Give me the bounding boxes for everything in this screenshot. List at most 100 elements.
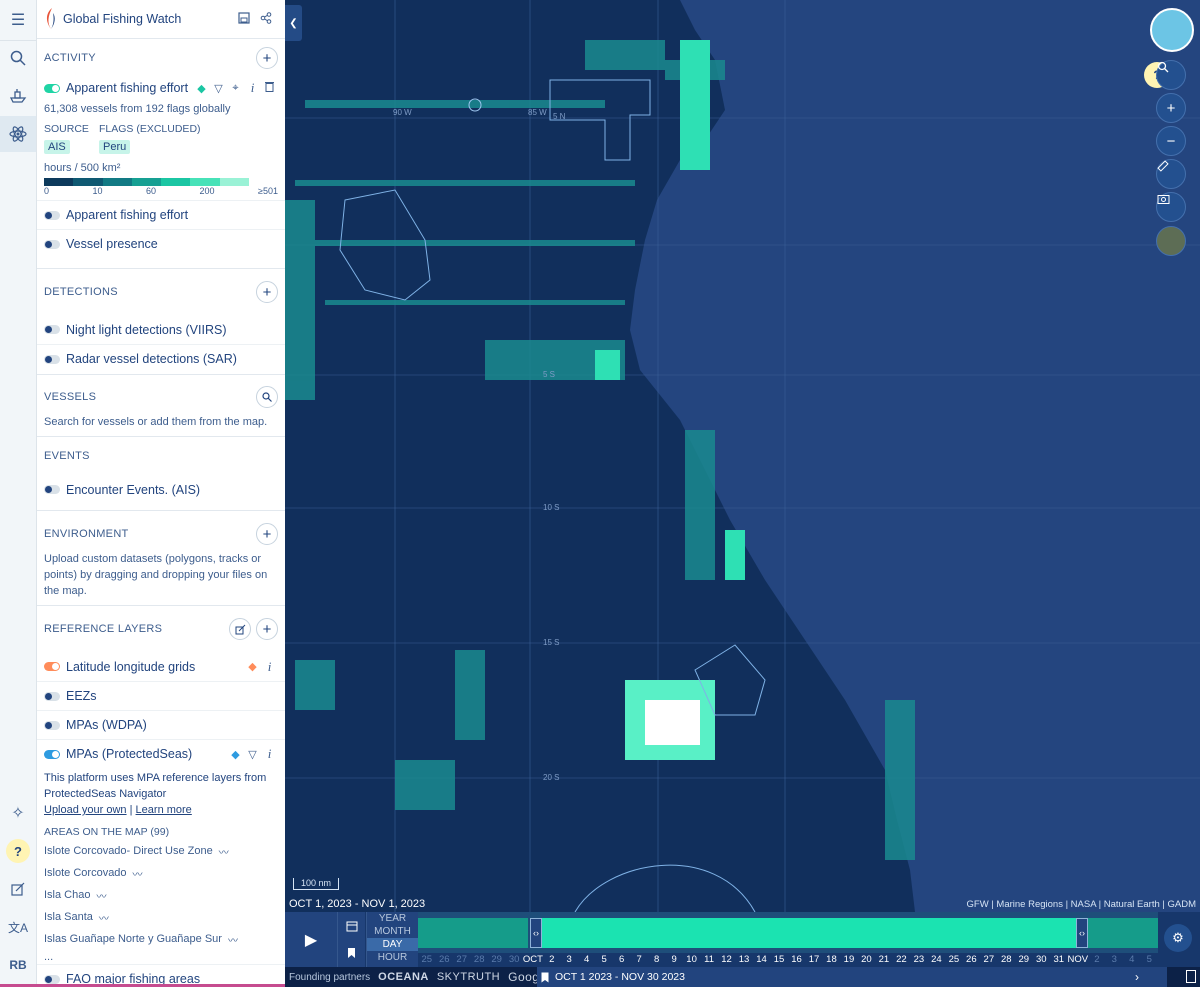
- delete-icon[interactable]: [261, 81, 278, 95]
- save-icon[interactable]: [233, 11, 255, 27]
- area-label: Islote Corcovado- Direct Use Zone: [44, 845, 213, 857]
- collapse-sidebar-button[interactable]: ❮: [285, 5, 302, 41]
- timeline-day-label: 18: [826, 954, 837, 965]
- grid-layer: Latitude longitude grids ◆ i: [37, 652, 285, 681]
- partner-skytruth[interactable]: SKYTRUTH: [437, 971, 500, 983]
- area-item[interactable]: Islas Guañape Norte y Guañape Sur 〰: [37, 928, 285, 950]
- timeline-day-label: 12: [721, 954, 732, 965]
- sparkline-icon[interactable]: 〰: [219, 844, 229, 859]
- vessels-header: VESSELS: [37, 375, 285, 419]
- mpa-wdpa-label: MPAs (WDPA): [66, 718, 147, 732]
- fishing-effort-2-toggle[interactable]: [44, 210, 60, 220]
- timeline-day-label: 25: [948, 954, 960, 965]
- add-detections-button[interactable]: +: [256, 281, 278, 303]
- mpa-info-icon[interactable]: i: [261, 746, 278, 762]
- grid-info-icon[interactable]: i: [261, 659, 278, 675]
- timeline-day-label: 2: [549, 954, 555, 965]
- area-item[interactable]: Isla Chao 〰: [37, 884, 285, 906]
- add-activity-button[interactable]: +: [256, 47, 278, 69]
- bookmark-icon[interactable]: [337, 939, 365, 967]
- reference-section: REFERENCE LAYERS + Latitude longitude gr…: [37, 606, 285, 987]
- area-item[interactable]: Islote Corcovado- Direct Use Zone 〰: [37, 840, 285, 862]
- chevron-right-icon[interactable]: ›: [1135, 970, 1139, 984]
- search-map-icon[interactable]: [1156, 60, 1186, 90]
- sar-toggle[interactable]: [44, 354, 60, 364]
- viirs-toggle[interactable]: [44, 325, 60, 334]
- timeline-day-label: 21: [878, 954, 890, 965]
- mpa-wdpa-toggle[interactable]: [44, 720, 60, 730]
- language-icon[interactable]: 文A: [0, 909, 36, 945]
- fishing-effort-2-label: Apparent fishing effort: [66, 208, 189, 222]
- vessel-icon[interactable]: [0, 78, 36, 114]
- sparkline-icon[interactable]: 〰: [133, 866, 143, 881]
- vessel-presence-toggle[interactable]: [44, 239, 60, 249]
- mpa-filter-icon[interactable]: ▽: [244, 748, 261, 761]
- timebar: ▶ YEAR MONTH DAY HOUR ‹› ‹› 25 26 27 28 29 30…: [285, 912, 1200, 967]
- interval-month[interactable]: MONTH: [367, 925, 418, 938]
- ruler-icon[interactable]: [1156, 159, 1186, 189]
- color-bucket-icon[interactable]: ◆: [193, 82, 210, 95]
- target-icon[interactable]: ⌖: [227, 82, 244, 95]
- mpa-color-icon[interactable]: ◆: [227, 748, 244, 761]
- timeline-start-handle[interactable]: ‹›: [530, 918, 542, 948]
- add-environment-button[interactable]: +: [256, 523, 278, 545]
- app-title: Global Fishing Watch: [63, 12, 182, 26]
- area-item[interactable]: Isla Santa 〰: [37, 906, 285, 928]
- timeline-day-label: 30: [1035, 954, 1047, 965]
- sparkline-icon[interactable]: 〰: [99, 910, 109, 925]
- search-icon[interactable]: [0, 40, 36, 76]
- add-reference-button[interactable]: +: [256, 618, 278, 640]
- upload-own-link[interactable]: Upload your own: [44, 804, 127, 816]
- help-button[interactable]: ?: [0, 833, 36, 869]
- interval-year[interactable]: YEAR: [367, 912, 418, 925]
- zoom-out-button[interactable]: −: [1156, 126, 1186, 156]
- activity-layer-fishing: Apparent fishing effort ◆ ▽ ⌖ i: [37, 77, 285, 99]
- info-icon[interactable]: i: [244, 80, 261, 96]
- partner-oceana[interactable]: OCEANA: [378, 971, 429, 983]
- share-icon[interactable]: [255, 11, 277, 27]
- timeline-day-label: 6: [619, 954, 625, 965]
- menu-icon[interactable]: ☰: [0, 2, 36, 38]
- area-item[interactable]: Islote Corcovado 〰: [37, 862, 285, 884]
- timeline-day-label: 22: [896, 954, 907, 965]
- grid-color-icon[interactable]: ◆: [244, 660, 261, 673]
- zoom-in-button[interactable]: +: [1156, 93, 1186, 123]
- atom-icon[interactable]: [0, 116, 36, 152]
- mini-globe[interactable]: [1150, 8, 1194, 52]
- sparkline-icon[interactable]: 〰: [228, 932, 238, 947]
- feedback-icon[interactable]: [0, 871, 36, 907]
- timeline-end-handle[interactable]: ‹›: [1076, 918, 1088, 948]
- interval-day[interactable]: DAY: [367, 938, 418, 951]
- timebar-settings-icon[interactable]: ⚙: [1164, 924, 1192, 952]
- user-avatar[interactable]: RB: [0, 947, 36, 983]
- sparkle-icon[interactable]: ✧: [0, 795, 36, 831]
- timeline-day-label: 2: [1094, 954, 1100, 965]
- timeline-day-label: 26: [438, 954, 450, 965]
- mpa-ps-toggle[interactable]: [44, 749, 60, 759]
- play-button[interactable]: ▶: [285, 912, 337, 967]
- viirs-layer: Night light detections (VIIRS): [37, 315, 285, 344]
- filter-icon[interactable]: ▽: [210, 82, 227, 95]
- map-canvas[interactable]: 90 W 85 W 5 N 5 S 10 S 15 S 20 S ❮ ? + −…: [285, 0, 1200, 912]
- eez-toggle[interactable]: [44, 691, 60, 701]
- trash-icon[interactable]: [1186, 970, 1196, 983]
- fishing-effort-toggle[interactable]: [44, 83, 60, 93]
- timeline-day-label: 20: [861, 954, 872, 965]
- bookmark-small-icon: [541, 972, 549, 982]
- activity-section: ACTIVITY + Apparent fishing effort ◆ ▽ ⌖…: [37, 39, 285, 269]
- interval-hour[interactable]: HOUR: [367, 951, 418, 964]
- grid-toggle[interactable]: [44, 662, 60, 671]
- timeline-track[interactable]: ‹› ‹›: [418, 912, 1158, 953]
- area-label: Isla Santa: [44, 911, 93, 923]
- timeline-day-label: 24: [931, 954, 942, 965]
- encounter-toggle[interactable]: [44, 485, 60, 494]
- calendar-icon[interactable]: [337, 912, 365, 939]
- sparkline-icon[interactable]: 〰: [96, 888, 106, 903]
- draw-layer-button[interactable]: [229, 618, 251, 640]
- search-vessels-button[interactable]: [256, 386, 278, 408]
- camera-icon[interactable]: [1156, 192, 1186, 222]
- fao-toggle[interactable]: [44, 974, 60, 984]
- bookmark-range-bar[interactable]: OCT 1 2023 - NOV 30 2023 ›: [537, 967, 1167, 987]
- learn-more-link[interactable]: Learn more: [136, 804, 192, 816]
- basemap-satellite-icon[interactable]: [1156, 226, 1186, 256]
